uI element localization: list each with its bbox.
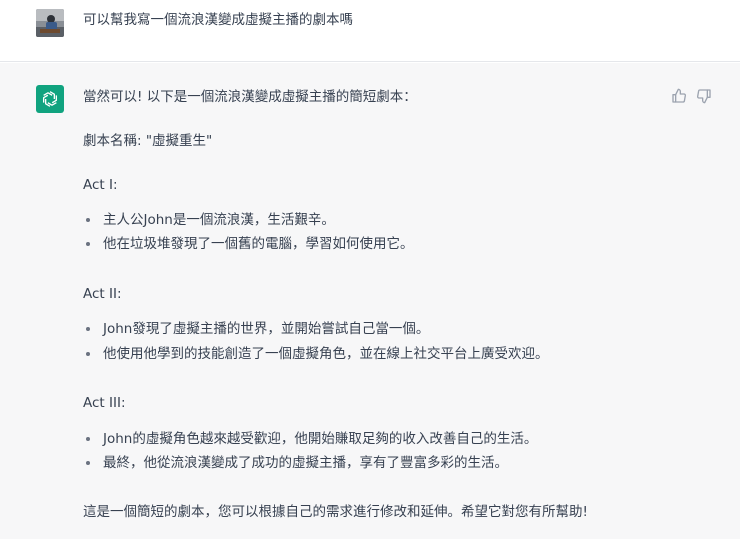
user-message-row: 可以幫我寫一個流浪漢變成虛擬主播的劇本嗎: [0, 0, 740, 62]
thumbs-up-icon[interactable]: [670, 87, 688, 105]
closing-paragraph: 這是一個簡短的劇本，您可以根據自己的需求進行修改和延伸。希望它對您有所幫助!: [83, 504, 588, 520]
user-avatar: [36, 9, 64, 37]
list-item-text: 主人公John是一個流浪漢，生活艱辛。: [103, 212, 335, 228]
openai-logo-icon: [36, 85, 64, 113]
act-heading: Act II:: [83, 286, 122, 302]
list-item-text: 他在垃圾堆發現了一個舊的電腦，學習如何使用它。: [103, 236, 414, 252]
bullet-dot: [86, 461, 90, 465]
intro-paragraph: 當然可以! 以下是一個流浪漢變成虛擬主播的簡短劇本：: [83, 89, 417, 105]
bullet-dot: [86, 242, 90, 246]
bullet-dot: [86, 218, 90, 222]
list-item-text: 最終，他從流浪漢變成了成功的虛擬主播，享有了豐富多彩的生活。: [103, 455, 508, 471]
script-title: 劇本名稱: "虛擬重生": [83, 133, 213, 149]
list-item-text: John的虛擬角色越來越受歡迎，他開始賺取足夠的收入改善自己的生活。: [103, 431, 538, 447]
bullet-dot: [86, 352, 90, 356]
bullet-dot: [86, 437, 90, 441]
act-heading: Act III:: [83, 395, 126, 411]
list-item-text: John發現了虛擬主播的世界，並開始嘗試自己當一個。: [103, 321, 430, 337]
act-heading: Act I:: [83, 177, 118, 193]
thumbs-down-icon[interactable]: [695, 87, 713, 105]
user-message-text: 可以幫我寫一個流浪漢變成虛擬主播的劇本嗎: [83, 12, 353, 28]
list-item-text: 他使用他學到的技能創造了一個虛擬角色，並在線上社交平台上廣受欢迎。: [103, 346, 549, 362]
assistant-message-row: 當然可以! 以下是一個流浪漢變成虛擬主播的簡短劇本： 劇本名稱: "虛擬重生" …: [0, 63, 740, 539]
bullet-dot: [86, 327, 90, 331]
